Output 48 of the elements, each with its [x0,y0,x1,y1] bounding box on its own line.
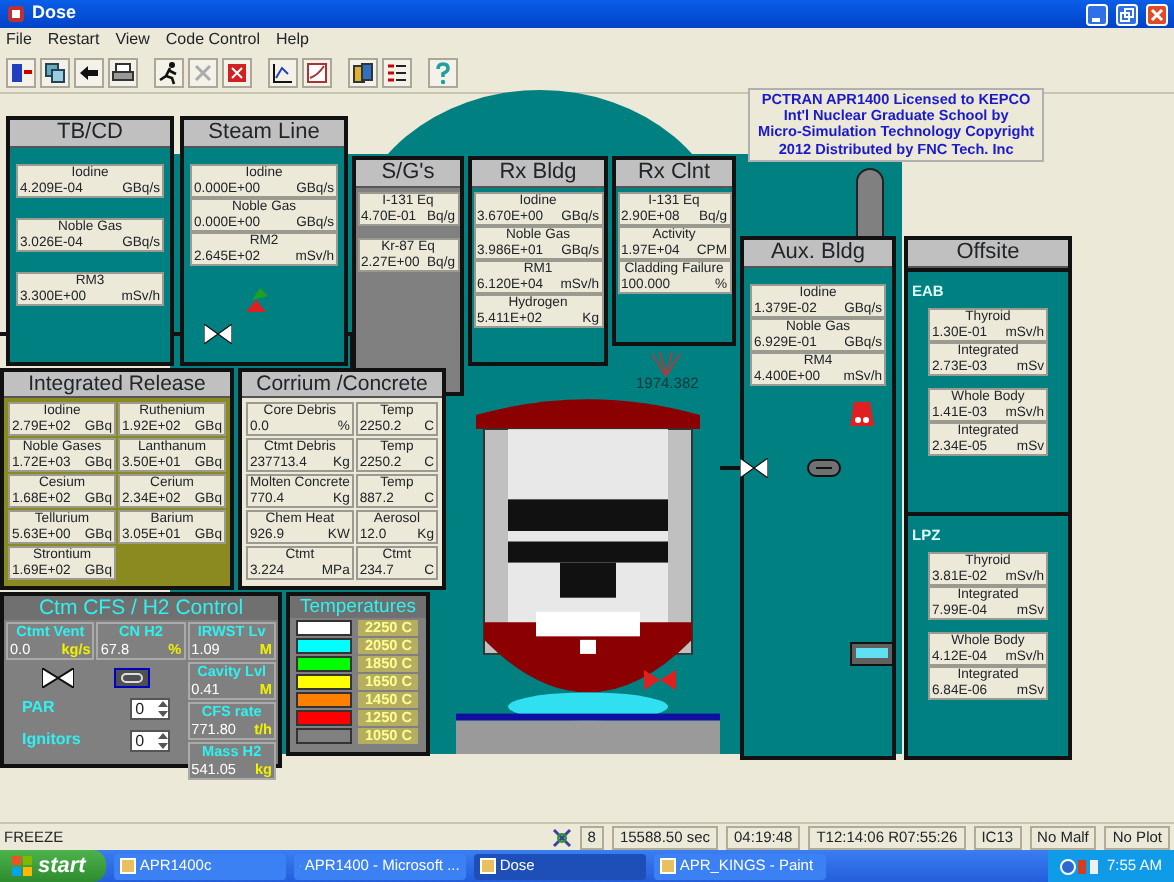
pump-icon[interactable] [113,668,150,688]
toolbar-button[interactable] [348,57,378,87]
runner-icon [156,59,182,85]
panel-title: Temperatures [290,596,426,618]
menu-item[interactable]: Restart [47,28,100,52]
number-spinner[interactable]: 0 [129,697,170,719]
spin-arrows-icon [157,731,168,749]
valve-icon[interactable] [41,668,74,688]
help-icon [430,59,456,85]
cross-icon [190,59,216,85]
tray-icons [1060,857,1101,875]
toolbar-button[interactable] [40,57,70,87]
printer-icon [110,59,136,85]
menu-item[interactable]: Code Control [165,28,261,52]
spinner-label: Ignitors [22,728,81,752]
spinner-value: 0 [135,731,145,749]
window-title: Dose [32,0,77,27]
restore-button[interactable] [1116,3,1138,25]
close-icon [1150,7,1164,21]
toolbar-button[interactable] [268,57,298,87]
monitor-device-icon[interactable] [850,642,894,666]
graph-icon [304,59,330,85]
menu-item[interactable]: Help [276,28,309,52]
list-icon [384,59,410,85]
exit-door-icon [8,59,34,85]
network-icon [551,827,572,847]
toolbar-button[interactable] [6,57,36,87]
chart-icon [270,59,296,85]
toolbar-button[interactable] [154,57,184,87]
panel-title: Offsite [908,240,1068,268]
toolbar-button[interactable] [74,57,104,87]
restore-icon [1120,7,1134,21]
copy-icon [42,59,68,85]
spinner-label: PAR [22,696,55,720]
minimize-button[interactable] [1086,3,1108,25]
spinner-value: 0 [135,699,145,717]
menu-item[interactable]: View [115,28,150,52]
panels-icon [350,59,376,85]
toolbar-button[interactable] [302,57,332,87]
panel-title: Ctm CFS / H2 Control [4,596,278,620]
windows-logo-icon [12,856,32,876]
toolbar-button[interactable] [108,57,138,87]
number-spinner[interactable]: 0 [129,729,170,751]
spin-arrows-icon [157,699,168,717]
close-button[interactable] [1146,3,1168,25]
menu-item[interactable]: File [6,28,32,52]
stop-icon [224,59,250,85]
toolbar-button[interactable] [382,57,412,87]
